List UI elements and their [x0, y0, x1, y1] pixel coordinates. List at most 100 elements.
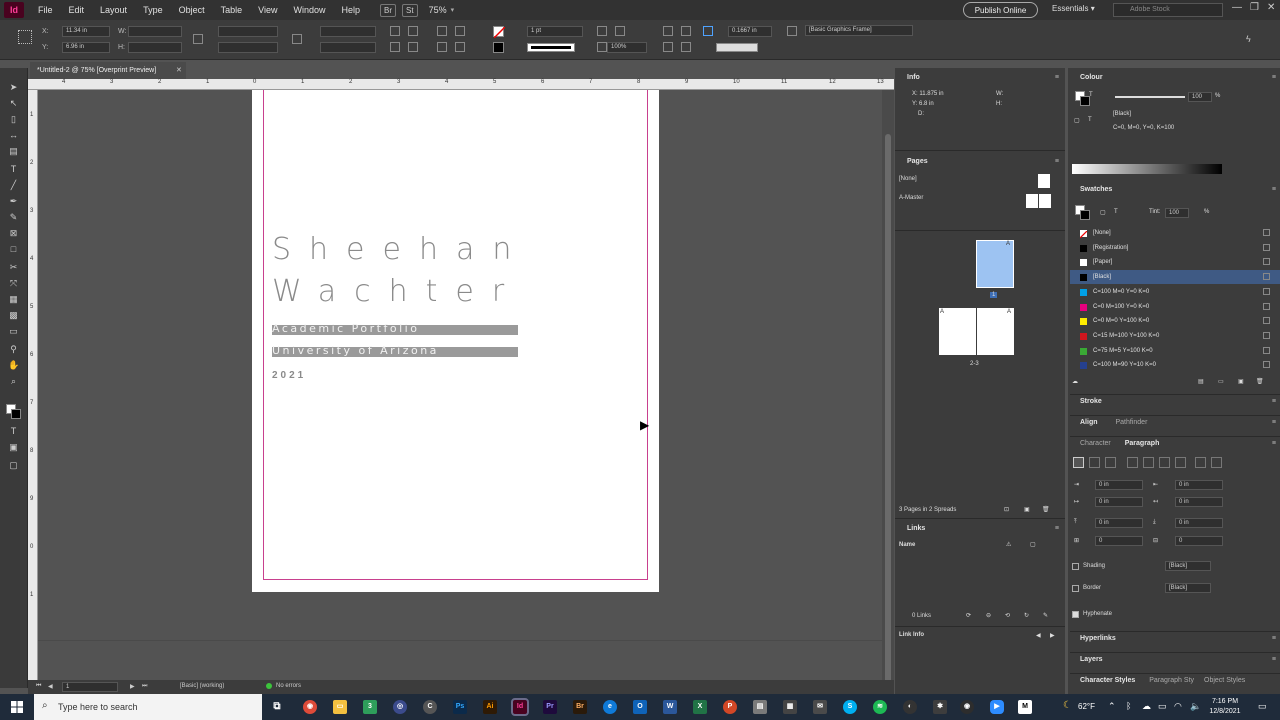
vertical-ruler[interactable]: 1 2 3 4 5 6 7 8 9 0 1 [28, 90, 38, 680]
link-scale-icon[interactable] [292, 34, 302, 44]
page-number-field[interactable]: 1 [62, 682, 118, 692]
links-page-icon[interactable]: ▢ [1030, 541, 1036, 548]
hand-tool-icon[interactable]: ✋ [8, 360, 19, 370]
relink-icon[interactable]: ⟳ [966, 612, 971, 619]
rotate-cw-icon[interactable] [390, 26, 400, 36]
swatch-text-icon[interactable]: T [1114, 209, 1118, 215]
bridge-button[interactable]: Br [380, 3, 396, 17]
colour-text-icon[interactable]: T [1089, 92, 1093, 98]
menu-window[interactable]: Window [285, 5, 333, 15]
drop-cap-lines-field[interactable]: 0 [1095, 536, 1143, 546]
pathfinder-tab[interactable]: Pathfinder [1116, 419, 1148, 426]
panel-menu-icon[interactable]: ≡ [1272, 653, 1276, 667]
maximize-icon[interactable]: ❐ [1250, 2, 1259, 13]
pages-none-master[interactable]: [None] [899, 176, 917, 182]
links-name-column[interactable]: Name [899, 542, 915, 548]
subtitle-university[interactable]: University of Arizona [272, 344, 439, 357]
swatches-panel-header[interactable]: Swatches ≡ [1070, 183, 1280, 197]
scale-y-field[interactable] [218, 42, 278, 53]
links-warning-icon[interactable]: ⚠ [1006, 541, 1011, 548]
swatch-row[interactable]: [None] [1070, 226, 1280, 240]
constrain-proportions-icon[interactable] [193, 34, 203, 44]
vertical-scrollbar[interactable] [882, 90, 894, 694]
paragraph-tab[interactable]: Paragraph [1125, 440, 1160, 447]
mail-icon[interactable]: ✉ [813, 700, 827, 714]
edit-original-icon[interactable]: ✎ [1043, 612, 1048, 619]
object-style-dropdown[interactable]: [Basic Graphics Frame] [805, 25, 913, 36]
zoom-icon[interactable]: ▶ [990, 700, 1004, 714]
swatch-row[interactable]: C=100 M=0 Y=0 K=0 [1070, 285, 1280, 299]
gradient-feather-tool-icon[interactable]: ▩ [8, 310, 19, 320]
tray-chevron-icon[interactable]: ⌃ [1108, 701, 1116, 712]
github-icon[interactable]: ◐ [903, 700, 917, 714]
info-panel-header[interactable]: Info ≡ [897, 71, 1063, 85]
cloud-library-icon[interactable]: ☁ [1072, 378, 1078, 385]
stroke-swatch-icon[interactable] [493, 42, 504, 53]
rotation-field[interactable] [320, 26, 376, 37]
h-field[interactable] [128, 42, 182, 53]
close-tab-icon[interactable]: ✕ [176, 62, 182, 79]
menu-view[interactable]: View [250, 5, 285, 15]
colour-tint-slider[interactable] [1115, 96, 1185, 98]
delete-page-icon[interactable]: 🗑 [1042, 506, 1050, 513]
menu-table[interactable]: Table [213, 5, 251, 15]
edit-page-size-icon[interactable]: ⊡ [1004, 506, 1009, 513]
zoom-tool-icon[interactable]: ⌕ [8, 376, 19, 386]
character-tab[interactable]: Character [1080, 440, 1111, 447]
indesign-taskbar-icon[interactable]: Id [511, 698, 529, 716]
refresh-link-icon[interactable]: ↻ [1024, 612, 1029, 619]
gradient-swatch-tool-icon[interactable]: ▦ [8, 294, 19, 304]
shading-checkbox[interactable] [1072, 563, 1079, 570]
align-away-spine-icon[interactable] [1211, 457, 1222, 468]
swatch-tint-field[interactable]: 100 [1165, 208, 1189, 218]
link-info-label[interactable]: Link Info [899, 632, 924, 638]
swatch-container-icon[interactable]: ▢ [1100, 209, 1106, 216]
menu-object[interactable]: Object [171, 5, 213, 15]
effects-icon[interactable] [615, 26, 625, 36]
gap-tool-icon[interactable]: ↔ [8, 130, 19, 140]
type-tool-icon[interactable]: T [8, 164, 19, 174]
battery-icon[interactable]: ▭ [1158, 701, 1167, 712]
swatch-row[interactable]: C=0 M=0 Y=100 K=0 [1070, 314, 1280, 328]
character-paragraph-header[interactable]: Character Paragraph ≡ [1070, 436, 1280, 450]
premiere-icon[interactable]: Pr [543, 700, 557, 714]
align-center-icon[interactable] [1089, 457, 1100, 468]
title-first-name[interactable]: Sheehan [272, 232, 529, 267]
page-1-thumb[interactable] [976, 240, 1014, 288]
object-styles-tab[interactable]: Object Styles [1204, 677, 1245, 684]
edge-icon[interactable]: e [603, 700, 617, 714]
first-line-indent-field[interactable]: 0 in [1095, 497, 1143, 507]
scale-x-field[interactable] [218, 26, 278, 37]
align-tab[interactable]: Align [1080, 419, 1098, 426]
lightning-icon[interactable]: ϟ [1246, 34, 1251, 44]
app-3-icon[interactable]: 3 [363, 700, 377, 714]
panel-menu-icon[interactable]: ≡ [1272, 632, 1276, 646]
corner-style-dropdown[interactable] [716, 43, 758, 52]
formatting-affects-icon[interactable]: T [8, 426, 19, 436]
stroke-color-icon[interactable] [11, 409, 21, 419]
excel-icon[interactable]: X [693, 700, 707, 714]
space-after-field[interactable]: 0 in [1175, 518, 1223, 528]
fill-frame-icon[interactable] [663, 42, 673, 52]
stroke-type-dropdown[interactable] [527, 43, 575, 52]
align-right-icon[interactable] [1105, 457, 1116, 468]
stroke-weight-field[interactable]: 1 pt [527, 26, 583, 37]
windows-start-button[interactable] [0, 694, 34, 720]
swatch-stroke-icon[interactable] [1080, 210, 1090, 220]
last-line-indent-field[interactable]: 0 in [1175, 497, 1223, 507]
screen-mode-icon[interactable]: ▢ [8, 460, 19, 470]
object-style-icon[interactable] [787, 26, 797, 36]
panel-menu-icon[interactable]: ≡ [1055, 522, 1059, 536]
swatch-row[interactable]: [Paper] [1070, 255, 1280, 269]
taskbar-clock[interactable]: 7:16 PM 12/8/2021 [1205, 697, 1245, 717]
zoom-level[interactable]: 75% [429, 5, 447, 15]
offset-field[interactable]: 0.1667 in [728, 26, 772, 37]
new-color-group-icon[interactable]: ▭ [1218, 378, 1224, 385]
menu-edit[interactable]: Edit [61, 5, 93, 15]
menu-help[interactable]: Help [333, 5, 368, 15]
align-towards-spine-icon[interactable] [1195, 457, 1206, 468]
colour-formatting-container-icon[interactable]: ▢ [1074, 117, 1080, 124]
flip-vertical-icon[interactable] [408, 42, 418, 52]
powerpoint-icon[interactable]: P [723, 700, 737, 714]
notifications-icon[interactable]: ▭ [1258, 701, 1267, 712]
